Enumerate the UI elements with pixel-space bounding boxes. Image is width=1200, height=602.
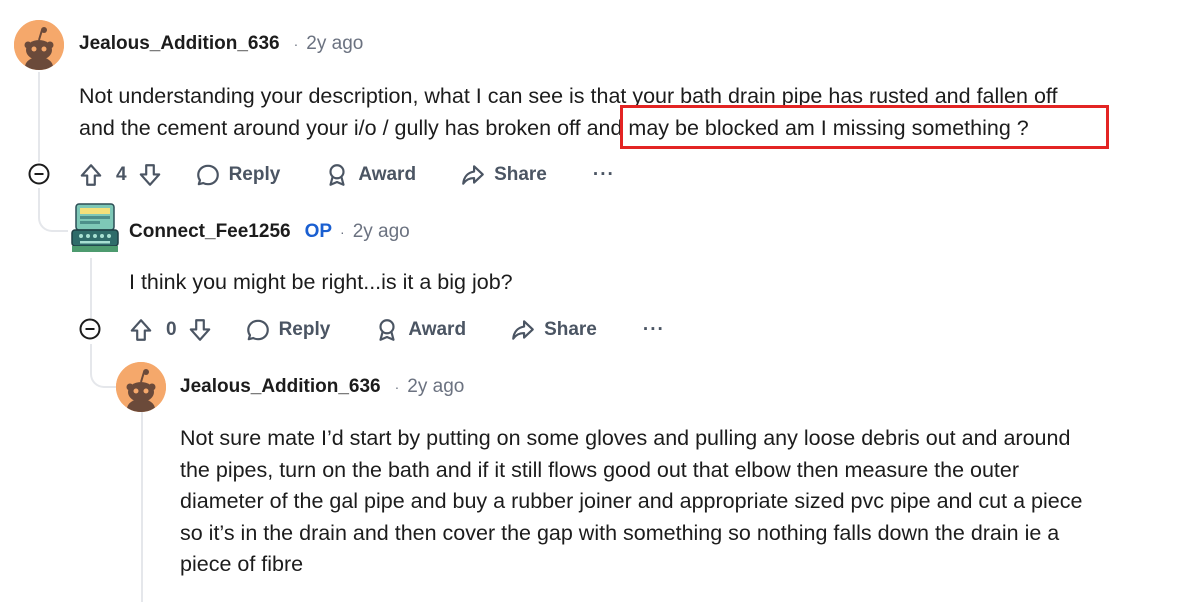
collapse-icon: [28, 163, 50, 185]
share-button[interactable]: Share: [510, 317, 597, 343]
reply-button[interactable]: Reply: [195, 162, 281, 188]
award-icon: [379, 319, 395, 341]
downvote-button[interactable]: [187, 317, 213, 343]
collapse-icon: [79, 318, 101, 340]
thread-line: [90, 258, 92, 318]
share-button[interactable]: Share: [460, 162, 547, 188]
award-button[interactable]: Award: [374, 317, 466, 343]
more-options-button[interactable]: ···: [593, 164, 615, 186]
separator-dot: ·: [394, 379, 400, 395]
comment-text-line: so it’s in the drain and then cover the …: [180, 520, 1060, 545]
downvote-icon: [139, 164, 160, 186]
comment-text: and the cement around your i/o / gully h…: [79, 115, 587, 140]
comment-actions: 0 Reply Award Share ···: [128, 315, 665, 345]
custom-avatar-icon: [68, 200, 122, 254]
op-badge: OP: [304, 221, 333, 242]
timestamp[interactable]: 2y ago: [306, 33, 363, 55]
avatar[interactable]: [14, 20, 64, 70]
more-options-icon: ···: [592, 164, 615, 185]
award-icon: [329, 164, 345, 186]
share-icon: [512, 320, 534, 340]
comment-text-line: diameter of the gal pipe and buy a rubbe…: [180, 489, 1083, 513]
comment-header: Jealous_Addition_636 · 2y ago: [79, 33, 363, 55]
comment-body: I think you might be right...is it a big…: [129, 267, 1129, 299]
vote-count: 0: [166, 319, 177, 340]
more-options-button[interactable]: ···: [643, 319, 665, 341]
upvote-icon: [130, 319, 152, 341]
username[interactable]: Connect_Fee1256: [129, 221, 291, 243]
reply-label: Reply: [228, 164, 281, 185]
comment-bubble-icon: [196, 164, 219, 186]
avatar[interactable]: [68, 200, 122, 254]
collapse-button[interactable]: [28, 163, 50, 185]
share-label: Share: [544, 319, 597, 340]
thread-line: [141, 412, 143, 602]
downvote-icon: [189, 319, 210, 341]
comment-text-line: the pipes, turn on the bath and if it st…: [180, 457, 1020, 482]
upvote-icon: [80, 164, 102, 186]
snoo-avatar-icon: [116, 362, 166, 412]
avatar[interactable]: [116, 362, 166, 412]
upvote-button[interactable]: [78, 162, 104, 188]
comment-text-line: Not sure mate I’d start by putting on so…: [180, 426, 1071, 450]
comment-header: Connect_Fee1256 OP · 2y ago: [129, 221, 410, 243]
award-button[interactable]: Award: [324, 162, 416, 188]
downvote-button[interactable]: [137, 162, 163, 188]
separator-dot: ·: [340, 224, 345, 240]
thread-line: [38, 72, 40, 162]
timestamp[interactable]: 2y ago: [407, 376, 464, 398]
reply-label: Reply: [278, 319, 331, 340]
username[interactable]: Jealous_Addition_636: [180, 376, 381, 398]
award-label: Award: [408, 319, 467, 340]
username[interactable]: Jealous_Addition_636: [79, 33, 280, 55]
snoo-avatar-icon: [14, 20, 64, 70]
comment-header: Jealous_Addition_636 · 2y ago: [180, 376, 464, 398]
share-label: Share: [494, 164, 547, 185]
award-label: Award: [358, 164, 417, 185]
thread-elbow: [38, 188, 68, 232]
vote-count: 4: [116, 164, 127, 185]
comment-bubble-icon: [246, 319, 269, 341]
comment-text-line: I think you might be right...is it a big…: [129, 270, 513, 294]
comment-body: Not sure mate I’d start by putting on so…: [180, 423, 1190, 581]
upvote-button[interactable]: [128, 317, 154, 343]
more-options-icon: ···: [642, 319, 665, 340]
highlight-box: [620, 105, 1109, 149]
timestamp[interactable]: 2y ago: [353, 221, 410, 243]
reply-button[interactable]: Reply: [245, 317, 331, 343]
comment-text-line: piece of fibre: [180, 552, 304, 576]
collapse-button[interactable]: [79, 318, 101, 340]
comment-actions: 4 Reply Award Share ···: [78, 160, 615, 190]
separator-dot: ·: [293, 36, 299, 52]
share-icon: [462, 165, 484, 185]
